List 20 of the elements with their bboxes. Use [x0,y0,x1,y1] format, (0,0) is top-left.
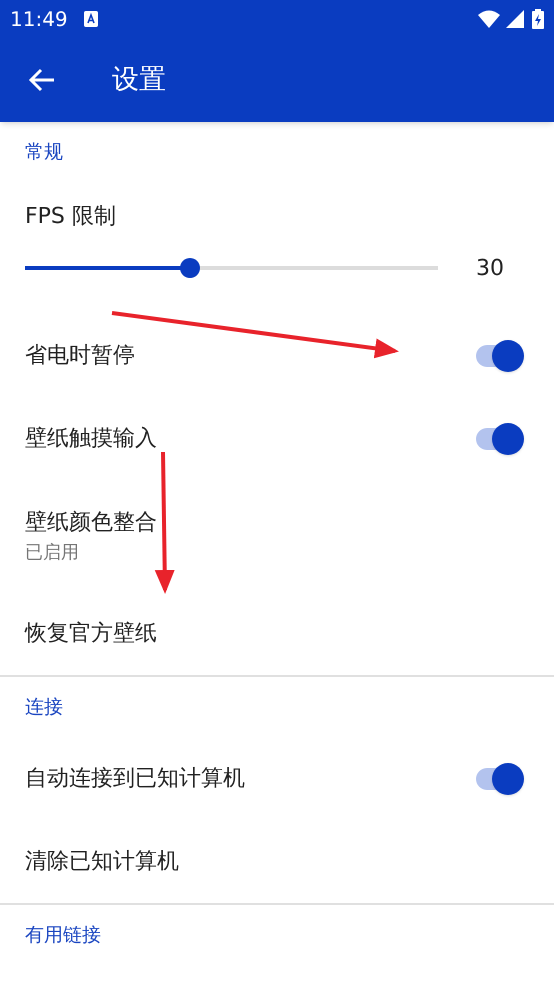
setting-label[interactable]: 恢复官方壁纸 [25,617,529,650]
notification-icon [84,11,98,27]
signal-icon [506,10,524,28]
battery-icon [532,9,544,29]
status-time: 11:49 [10,6,68,33]
section-header: 有用链接 [24,922,102,948]
setting-label[interactable]: 壁纸颜色整合 [25,506,529,539]
setting-label: FPS 限制 [24,202,117,230]
setting-summary: 已启用 [25,541,80,565]
setting-label[interactable]: 清除已知计算机 [25,845,529,878]
app-bar-title: 设置 [112,62,166,97]
setting-label: 壁纸触摸输入 [25,425,157,453]
wifi-icon [478,10,500,28]
back-arrow-icon [29,68,55,92]
setting-label: 自动连接到已知计算机 [25,765,245,793]
slider-value: 30 [476,254,504,282]
setting-label: 省电时暂停 [25,342,135,370]
slider-thumb[interactable] [180,258,200,278]
section-header: 连接 [24,694,64,720]
section-header: 常规 [24,140,64,165]
